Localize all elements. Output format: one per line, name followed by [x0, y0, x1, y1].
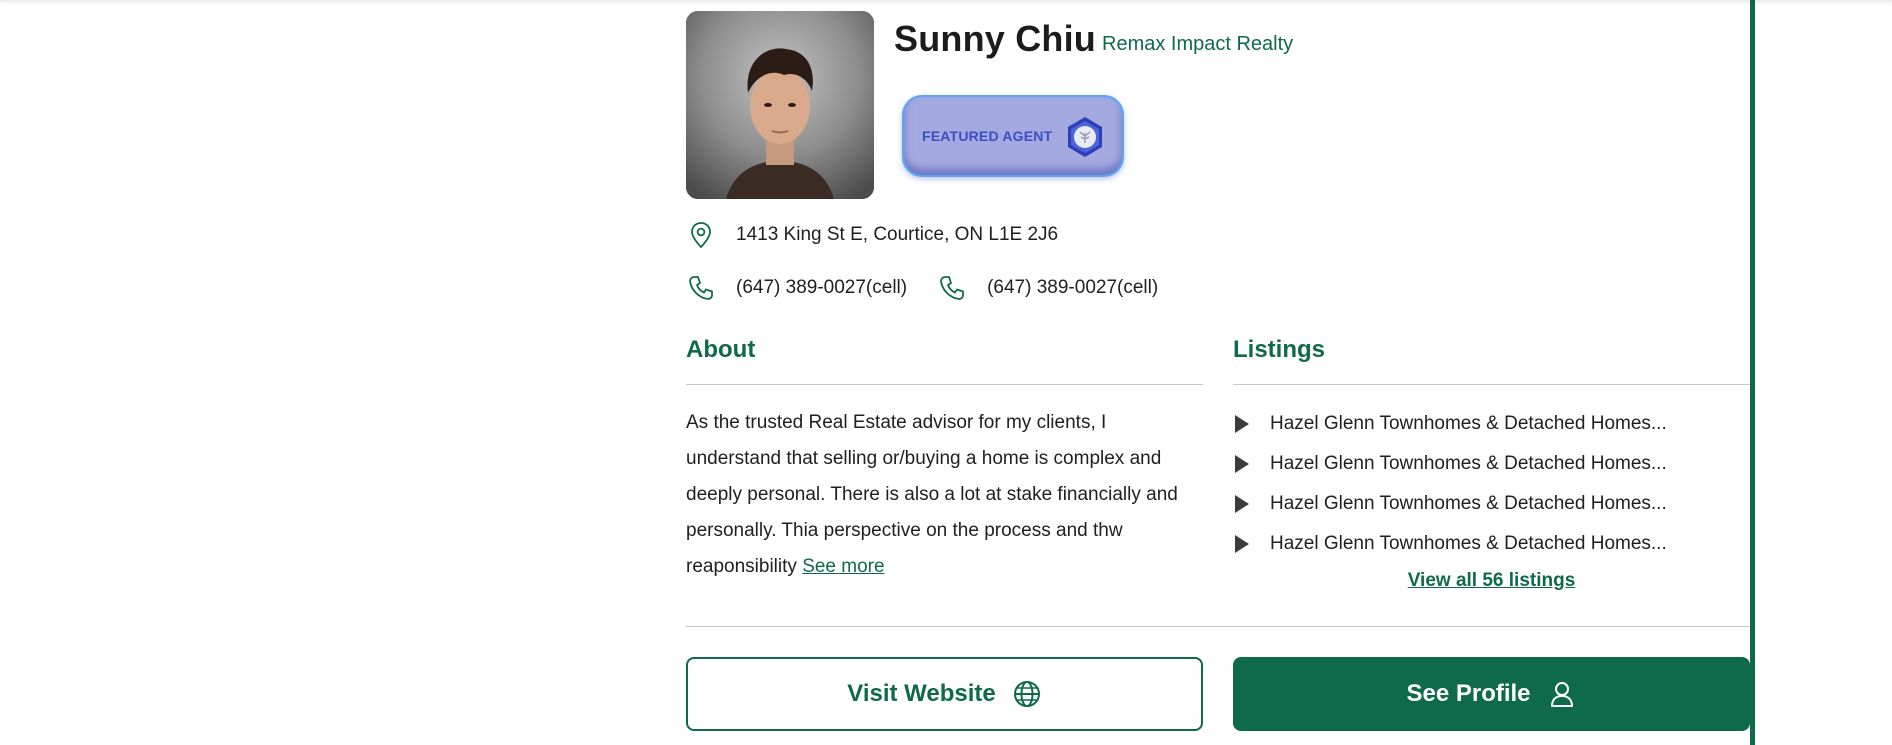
play-arrow-icon	[1235, 415, 1249, 433]
listings-divider	[1233, 384, 1750, 385]
play-arrow-icon	[1235, 535, 1249, 553]
phone-icon	[940, 276, 964, 300]
visit-website-label: Visit Website	[847, 680, 996, 707]
phone-icon	[689, 276, 713, 300]
see-more-link[interactable]: See more	[802, 556, 884, 577]
agent-phone-row: (647) 389-0027(cell) (647) 389-0027(cell…	[686, 273, 1158, 303]
agent-brokerage: Remax Impact Realty	[1102, 33, 1294, 55]
location-pin-icon	[691, 222, 711, 249]
view-all-listings-link[interactable]: View all 56 listings	[1233, 570, 1750, 592]
agent-name[interactable]: Sunny Chiu	[894, 18, 1096, 60]
listings-heading: Listings	[1233, 336, 1326, 363]
listing-item[interactable]: Hazel Glenn Townhomes & Detached Homes..…	[1233, 524, 1750, 564]
visit-website-button[interactable]: Visit Website	[686, 657, 1203, 731]
agent-phone-2-group: (647) 389-0027(cell)	[937, 273, 1158, 303]
about-text: As the trusted Real Estate advisor for m…	[686, 405, 1206, 585]
listings-list: Hazel Glenn Townhomes & Detached Homes..…	[1233, 404, 1750, 564]
listing-title: Hazel Glenn Townhomes & Detached Homes..…	[1270, 493, 1667, 514]
listing-title: Hazel Glenn Townhomes & Detached Homes..…	[1270, 453, 1667, 474]
listing-item[interactable]: Hazel Glenn Townhomes & Detached Homes..…	[1233, 484, 1750, 524]
play-arrow-icon	[1235, 455, 1249, 473]
featured-agent-label: FEATURED AGENT	[922, 128, 1053, 144]
featured-agent-badge: FEATURED AGENT	[902, 95, 1124, 177]
play-arrow-icon	[1235, 495, 1249, 513]
featured-badge-icon	[1068, 117, 1102, 157]
user-icon	[1550, 682, 1573, 707]
listing-item[interactable]: Hazel Glenn Townhomes & Detached Homes..…	[1233, 404, 1750, 444]
agent-address: 1413 King St E, Courtice, ON L1E 2J6	[736, 224, 1059, 245]
agent-phone-1[interactable]: (647) 389-0027(cell)	[736, 277, 907, 299]
agent-card: Sunny Chiu Remax Impact Realty FEATURED …	[686, 0, 1750, 745]
about-heading: About	[686, 336, 756, 363]
listing-title: Hazel Glenn Townhomes & Detached Homes..…	[1270, 413, 1667, 434]
listing-title: Hazel Glenn Townhomes & Detached Homes..…	[1270, 533, 1667, 554]
selected-card-accent-bar	[1750, 0, 1755, 745]
agent-photo	[686, 11, 874, 199]
agent-address-row: 1413 King St E, Courtice, ON L1E 2J6	[686, 220, 1058, 250]
about-divider	[686, 384, 1203, 385]
globe-icon	[1013, 681, 1040, 707]
see-profile-button[interactable]: See Profile	[1233, 657, 1750, 731]
about-body: As the trusted Real Estate advisor for m…	[686, 412, 1178, 577]
listing-item[interactable]: Hazel Glenn Townhomes & Detached Homes..…	[1233, 444, 1750, 484]
bottom-divider	[686, 626, 1750, 627]
agent-phone-2[interactable]: (647) 389-0027(cell)	[987, 277, 1158, 299]
see-profile-label: See Profile	[1406, 680, 1531, 707]
agent-portrait-image	[686, 11, 874, 199]
agent-card-page: Sunny Chiu Remax Impact Realty FEATURED …	[0, 0, 1892, 745]
